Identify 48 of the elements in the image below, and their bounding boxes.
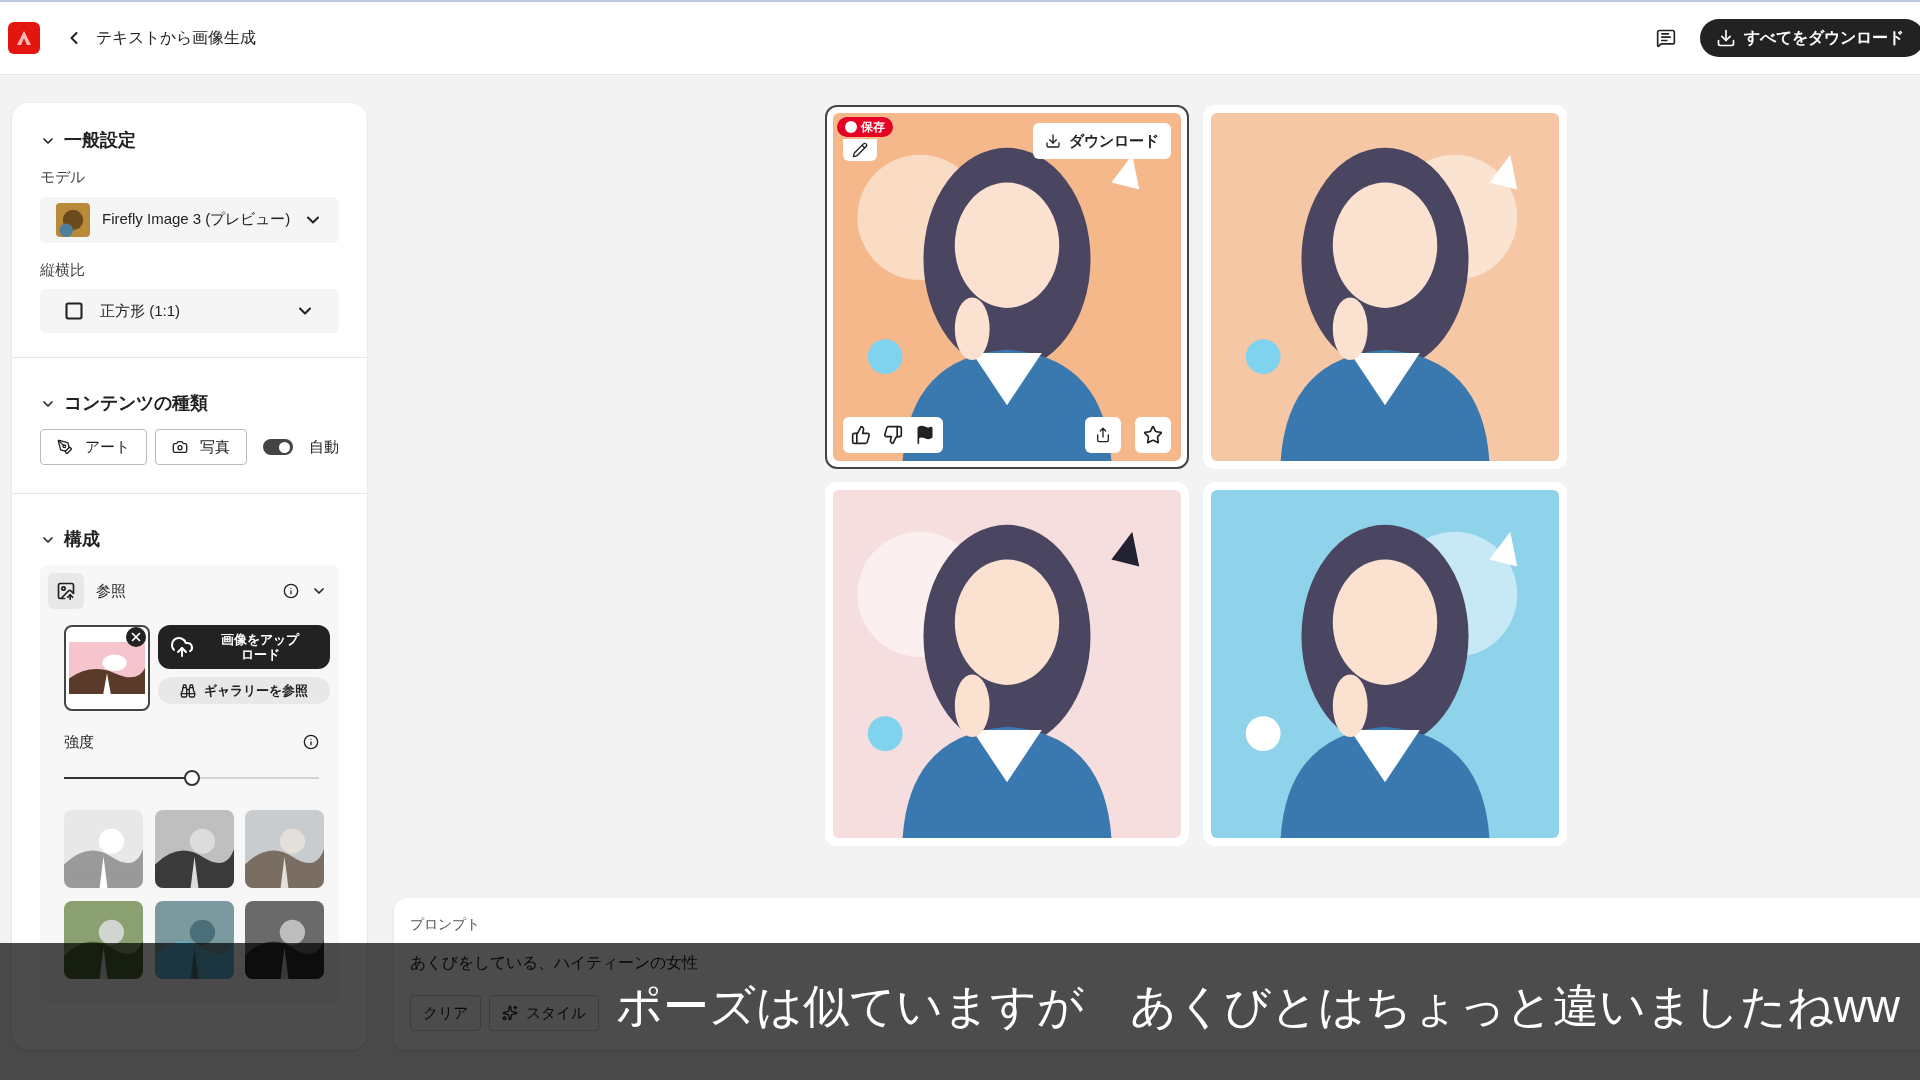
reference-label: 参照 xyxy=(96,580,127,601)
image-icon[interactable] xyxy=(56,581,76,601)
thumbs-up-icon[interactable] xyxy=(851,425,871,445)
strength-label: 強度 xyxy=(64,732,95,752)
cloud-upload-icon xyxy=(170,635,194,659)
upload-image-button[interactable]: 画像をアップロード xyxy=(158,625,330,669)
model-dropdown[interactable]: Firefly Image 3 (プレビュー) xyxy=(40,196,339,243)
content-type-button[interactable]: 写真 xyxy=(155,429,247,465)
close-icon xyxy=(129,630,143,644)
share-icon xyxy=(1095,427,1111,443)
auto-toggle[interactable] xyxy=(263,439,293,455)
info-icon[interactable] xyxy=(303,734,319,751)
square-icon xyxy=(64,301,84,321)
thumbs-down-icon[interactable] xyxy=(883,425,903,445)
pencil-icon xyxy=(852,142,868,158)
toggle-label: 自動 xyxy=(309,436,339,457)
download-icon xyxy=(1716,28,1736,48)
page-title: テキストから画像生成 xyxy=(96,28,256,48)
edit-button[interactable] xyxy=(843,139,877,161)
section-heading: 構成 xyxy=(64,528,100,551)
pen-icon xyxy=(57,439,73,455)
aspect-ratio-dropdown[interactable]: 正方形 (1:1) xyxy=(40,289,339,333)
flag-icon[interactable] xyxy=(915,425,935,445)
feedback-icon[interactable] xyxy=(1656,28,1676,48)
download-icon xyxy=(1045,133,1061,149)
field-label: 縦横比 xyxy=(40,259,86,280)
reference-image[interactable] xyxy=(64,625,150,711)
camera-icon xyxy=(172,439,188,455)
section-heading: 一般設定 xyxy=(64,129,136,152)
save-badge[interactable]: 保存 xyxy=(837,117,893,137)
prompt-label: プロンプト xyxy=(410,915,481,934)
star-icon xyxy=(1143,425,1163,445)
subtitle: ポーズは似ていますが あくびとはちょっと違いましたねww xyxy=(615,979,1900,1034)
content-type-button[interactable]: アート xyxy=(40,429,147,465)
info-icon[interactable] xyxy=(283,583,299,599)
slider-thumb[interactable] xyxy=(183,769,200,786)
remove-button[interactable] xyxy=(126,627,146,647)
download-all-button[interactable]: すべてをダウンロード xyxy=(1700,19,1920,57)
share-button[interactable] xyxy=(1085,417,1121,453)
logo-icon[interactable] xyxy=(8,22,40,54)
binoculars-icon xyxy=(180,682,196,699)
strength-slider[interactable] xyxy=(64,769,319,786)
favorite-button[interactable] xyxy=(1135,417,1171,453)
section-heading: コンテンツの種類 xyxy=(64,392,208,415)
generated-image[interactable]: 保存 ダウンロード xyxy=(825,105,1189,469)
browse-gallery-button[interactable]: ギャラリーを参照 xyxy=(158,677,330,704)
pin-icon xyxy=(845,121,857,133)
field-label: モデル xyxy=(40,167,86,187)
